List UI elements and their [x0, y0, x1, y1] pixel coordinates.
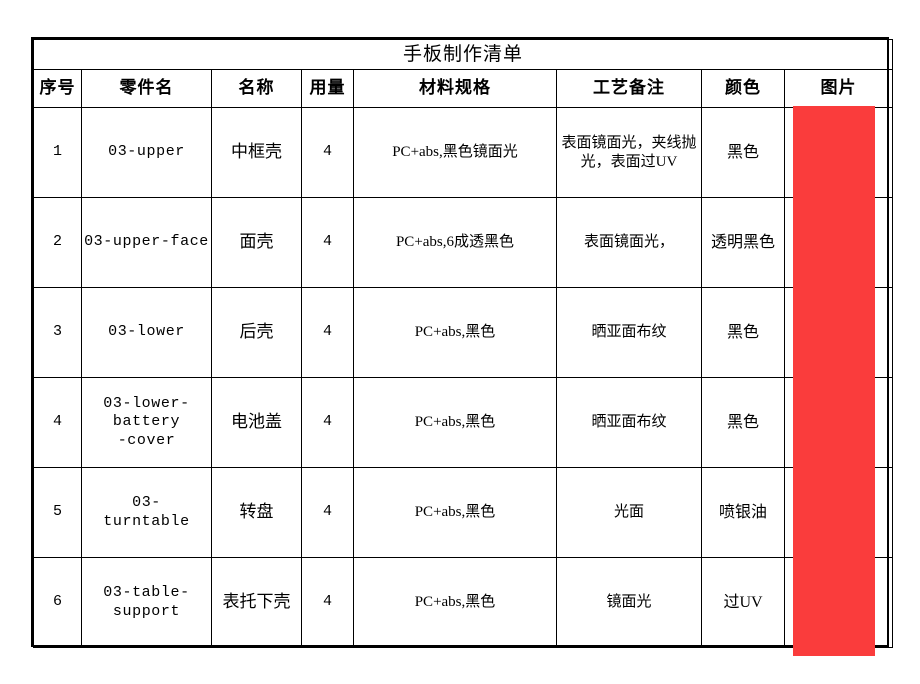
cell-part-no[interactable]: 03-upper-face [81, 197, 212, 288]
spreadsheet-table: 手板制作清单 序号 零件名 名称 用量 材料规格 工艺备注 颜色 图片 1 03… [31, 37, 894, 648]
title-row: 手板制作清单 [32, 39, 894, 70]
part-no-line: support [112, 602, 181, 620]
table-body: 手板制作清单 序号 零件名 名称 用量 材料规格 工艺备注 颜色 图片 1 03… [32, 39, 894, 648]
cell-part-no[interactable]: 03-lower- battery -cover [81, 377, 212, 468]
cell-part-no[interactable]: 03-table- support [81, 557, 212, 648]
part-no-line: 03-lower- [103, 395, 190, 413]
cell-qty[interactable]: 4 [301, 557, 354, 648]
cell-process[interactable]: 表面镜面光， [556, 197, 702, 288]
cell-process[interactable]: 光面 [556, 467, 702, 558]
part-no-line: turntable [103, 512, 190, 530]
cell-name[interactable]: 转盘 [211, 467, 302, 558]
cell-index[interactable]: 1 [33, 107, 82, 198]
table-row: 3 03-lower 后壳 4 PC+abs,黑色 晒亚面布纹 黑色 [33, 287, 894, 378]
cell-color[interactable]: 透明黑色 [701, 197, 785, 288]
cell-process[interactable]: 晒亚面布纹 [556, 287, 702, 378]
cell-name[interactable]: 表托下壳 [211, 557, 302, 648]
part-no-line: 03-lower [108, 323, 185, 341]
table-row: 1 03-upper 中框壳 4 PC+abs,黑色镜面光 表面镜面光，夹线抛光… [33, 107, 894, 198]
cell-color[interactable]: 喷银油 [701, 467, 785, 558]
cell-qty[interactable]: 4 [301, 287, 354, 378]
part-no-line: 03-table- [103, 584, 190, 602]
cell-part-no[interactable]: 03-upper [81, 107, 212, 198]
column-header-index[interactable]: 序号 [33, 69, 82, 108]
cell-material[interactable]: PC+abs,黑色 [353, 287, 557, 378]
cell-name[interactable]: 后壳 [211, 287, 302, 378]
cell-name[interactable]: 中框壳 [211, 107, 302, 198]
column-header-color[interactable]: 颜色 [701, 69, 785, 108]
column-header-picture[interactable]: 图片 [783, 69, 894, 108]
cell-index[interactable]: 2 [33, 197, 82, 288]
table-row: 4 03-lower- battery -cover 电池盖 4 PC+abs,… [33, 377, 894, 468]
header-row: 序号 零件名 名称 用量 材料规格 工艺备注 颜色 图片 [33, 69, 894, 108]
part-no-line: -cover [117, 431, 176, 449]
page-title: 手板制作清单 [32, 39, 894, 70]
column-header-material[interactable]: 材料规格 [353, 69, 557, 108]
cell-part-no[interactable]: 03- turntable [81, 467, 212, 558]
cell-color[interactable]: 黑色 [701, 107, 785, 198]
cell-process[interactable]: 表面镜面光，夹线抛光，表面过UV [556, 107, 702, 198]
cell-qty[interactable]: 4 [301, 377, 354, 468]
cell-qty[interactable]: 4 [301, 107, 354, 198]
cell-qty[interactable]: 4 [301, 197, 354, 288]
part-no-line: 03-upper-face [84, 233, 209, 251]
column-header-part-no[interactable]: 零件名 [81, 69, 212, 108]
cell-qty[interactable]: 4 [301, 467, 354, 558]
cell-name[interactable]: 面壳 [211, 197, 302, 288]
cell-color[interactable]: 过UV [701, 557, 785, 648]
column-header-process[interactable]: 工艺备注 [556, 69, 702, 108]
cell-process[interactable]: 晒亚面布纹 [556, 377, 702, 468]
cell-material[interactable]: PC+abs,黑色 [353, 467, 557, 558]
cell-color[interactable]: 黑色 [701, 287, 785, 378]
table-row: 6 03-table- support 表托下壳 4 PC+abs,黑色 镜面光… [33, 557, 894, 648]
parts-list-table: 手板制作清单 序号 零件名 名称 用量 材料规格 工艺备注 颜色 图片 1 03… [32, 39, 894, 648]
cell-process[interactable]: 镜面光 [556, 557, 702, 648]
picture-column-placeholder[interactable] [793, 106, 875, 656]
part-no-line: 03- [132, 494, 161, 512]
cell-name[interactable]: 电池盖 [211, 377, 302, 468]
cell-part-no[interactable]: 03-lower [81, 287, 212, 378]
cell-index[interactable]: 4 [33, 377, 82, 468]
column-header-name[interactable]: 名称 [211, 69, 302, 108]
table-row: 5 03- turntable 转盘 4 PC+abs,黑色 光面 喷银油 [33, 467, 894, 558]
cell-material[interactable]: PC+abs,黑色 [353, 557, 557, 648]
table-row: 2 03-upper-face 面壳 4 PC+abs,6成透黑色 表面镜面光，… [33, 197, 894, 288]
part-no-line: battery [112, 413, 181, 431]
cell-index[interactable]: 6 [33, 557, 82, 648]
cell-color[interactable]: 黑色 [701, 377, 785, 468]
part-no-line: 03-upper [108, 143, 185, 161]
cell-material[interactable]: PC+abs,6成透黑色 [353, 197, 557, 288]
cell-material[interactable]: PC+abs,黑色 [353, 377, 557, 468]
cell-index[interactable]: 3 [33, 287, 82, 378]
cell-material[interactable]: PC+abs,黑色镜面光 [353, 107, 557, 198]
cell-index[interactable]: 5 [33, 467, 82, 558]
column-header-qty[interactable]: 用量 [301, 69, 354, 108]
